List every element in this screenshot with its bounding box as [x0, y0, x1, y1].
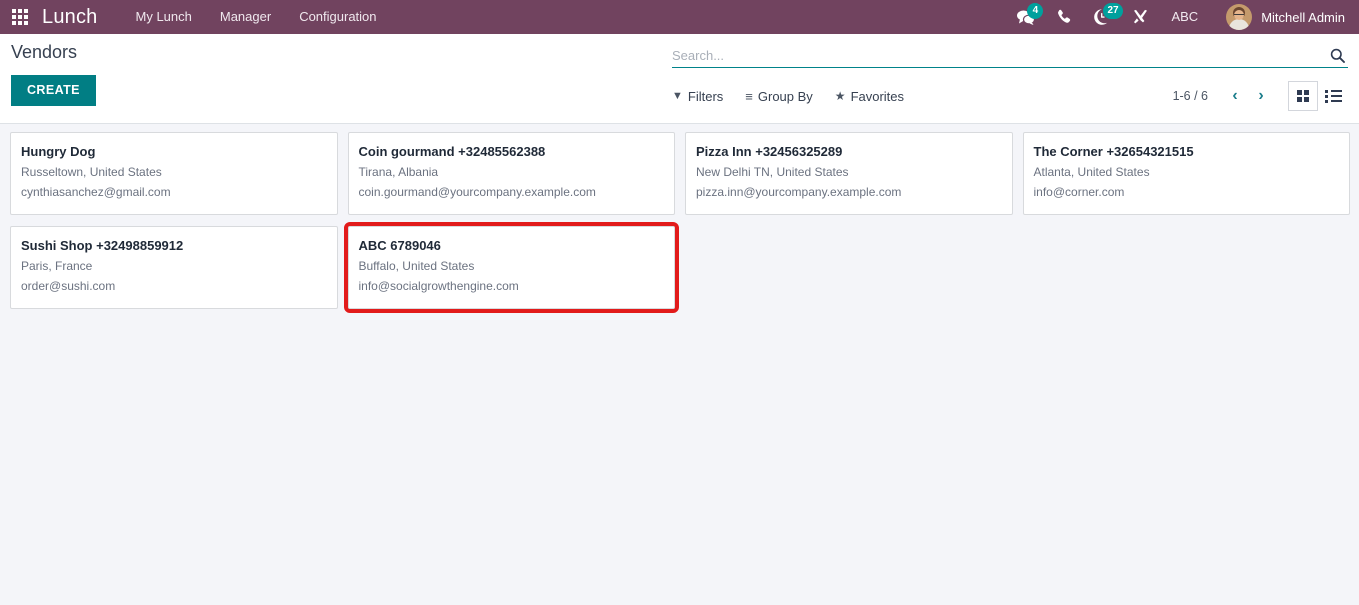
user-avatar [1226, 4, 1253, 30]
vendors-kanban-grid: Hungry Dog Russeltown, United States cynth… [0, 124, 1359, 605]
vendor-card-cell: Sushi Shop +32498859912 Paris, France orde… [0, 226, 338, 309]
vendor-name: Coin gourmand +32485562388 [358, 144, 546, 159]
group-by-dropdown[interactable]: ≡ Group By [745, 89, 813, 104]
user-name-label: Mitchell Admin [1261, 9, 1345, 25]
vendor-card-cell: ABC 6789046 Buffalo, United States info@so… [338, 222, 679, 313]
vendor-email: info@corner.com [1033, 185, 1125, 199]
group-by-label: Group By [757, 88, 813, 104]
vendor-location: Paris, France [21, 259, 93, 273]
top-navbar: Lunch My Lunch Manager Configuration 4 2… [0, 0, 1359, 34]
vendor-card[interactable]: Sushi Shop +32498859912 Paris, France orde… [10, 226, 338, 309]
phone-button[interactable] [1045, 0, 1083, 34]
filters-label: Filters [687, 88, 724, 104]
menu-my-lunch[interactable]: My Lunch [122, 0, 206, 34]
messages-button[interactable]: 4 [1007, 0, 1045, 34]
page-title: Vendors [11, 42, 78, 62]
list-view-icon [1324, 89, 1342, 103]
vendor-name: The Corner +32654321515 [1033, 144, 1194, 159]
vendor-card[interactable]: Coin gourmand +32485562388 Tirana, Albani… [347, 132, 675, 215]
apps-launcher-button[interactable] [6, 0, 34, 34]
vendor-card-cell: The Corner +32654321515 Atlanta, United S… [1013, 132, 1350, 215]
vendor-card[interactable]: Hungry Dog Russeltown, United States cynth… [10, 132, 338, 215]
search-icon [1330, 48, 1345, 63]
vendor-email: pizza.inn@yourcompany.example.com [696, 185, 902, 199]
view-switcher [1288, 81, 1348, 111]
vendor-email: info@socialgrowthengine.com [358, 279, 519, 293]
search-button[interactable] [1326, 44, 1348, 66]
control-panel: Vendors CREATE ▼ Filters ≡ Group By [0, 34, 1359, 124]
create-button[interactable]: CREATE [11, 75, 96, 106]
kanban-view-icon [1297, 90, 1309, 102]
vendor-name: Sushi Shop +32498859912 [21, 238, 184, 253]
vendor-location: Tirana, Albania [358, 165, 439, 179]
vendor-name: Pizza Inn +32456325289 [696, 144, 843, 159]
control-panel-actions: ▼ Filters ≡ Group By ★ Favorites 1-6 / 6… [672, 81, 1348, 111]
vendor-email: coin.gourmand@yourcompany.example.com [358, 185, 596, 199]
vendor-card[interactable]: The Corner +32654321515 Atlanta, United S… [1022, 132, 1350, 215]
pager-range-label: 1-6 / 6 [1172, 89, 1208, 103]
phone-icon [1058, 9, 1071, 23]
vendor-email: order@sushi.com [21, 279, 116, 293]
user-menu-button[interactable]: Mitchell Admin [1210, 0, 1349, 34]
activities-button[interactable]: 27 [1083, 0, 1123, 34]
kanban-view-button[interactable] [1288, 81, 1318, 111]
menu-configuration[interactable]: Configuration [285, 0, 390, 34]
activities-count-badge: 27 [1103, 3, 1123, 19]
vendor-card-cell: Pizza Inn +32456325289 New Delhi TN, Unit… [675, 132, 1013, 215]
menu-manager[interactable]: Manager [206, 0, 285, 34]
pager-previous-button[interactable]: ‹ [1222, 84, 1248, 108]
vendor-card[interactable]: Pizza Inn +32456325289 New Delhi TN, Unit… [685, 132, 1013, 215]
vendor-location: Atlanta, United States [1033, 165, 1150, 179]
funnel-icon: ▼ [672, 90, 683, 102]
list-view-button[interactable] [1318, 81, 1348, 111]
vendor-card-cell: Hungry Dog Russeltown, United States cynth… [0, 132, 338, 215]
vendor-email: cynthiasanchez@gmail.com [21, 185, 171, 199]
vendor-location: Russeltown, United States [21, 165, 162, 179]
vendor-name: ABC 6789046 [358, 238, 441, 253]
star-icon: ★ [834, 89, 846, 103]
wrench-tools-icon [1133, 9, 1147, 23]
app-brand-lunch[interactable]: Lunch [42, 0, 98, 34]
search-bar[interactable] [672, 44, 1348, 68]
vendor-name: Hungry Dog [21, 144, 96, 159]
search-input[interactable] [672, 47, 1326, 63]
apps-grid-icon [12, 9, 28, 25]
company-switcher[interactable]: ABC [1159, 0, 1210, 34]
favorites-label: Favorites [850, 88, 905, 104]
filters-dropdown[interactable]: ▼ Filters [672, 89, 723, 104]
pager: 1-6 / 6 ‹ › [1173, 81, 1348, 111]
vendor-card-cell: Coin gourmand +32485562388 Tirana, Albani… [338, 132, 675, 215]
messages-count-badge: 4 [1027, 3, 1044, 19]
vendor-card[interactable]: ABC 6789046 Buffalo, United States info@so… [343, 222, 679, 313]
pager-next-button[interactable]: › [1248, 84, 1274, 108]
favorites-dropdown[interactable]: ★ Favorites [835, 89, 904, 104]
control-panel-right: ▼ Filters ≡ Group By ★ Favorites 1-6 / 6… [672, 44, 1348, 111]
hamburger-icon: ≡ [745, 88, 753, 104]
navbar-right-group: 4 27 ABC Mitchell Admin [1007, 0, 1359, 34]
vendor-location: New Delhi TN, United States [696, 165, 849, 179]
tools-button[interactable] [1121, 0, 1159, 34]
control-panel-left: Vendors CREATE [11, 42, 96, 106]
vendor-location: Buffalo, United States [358, 259, 475, 273]
